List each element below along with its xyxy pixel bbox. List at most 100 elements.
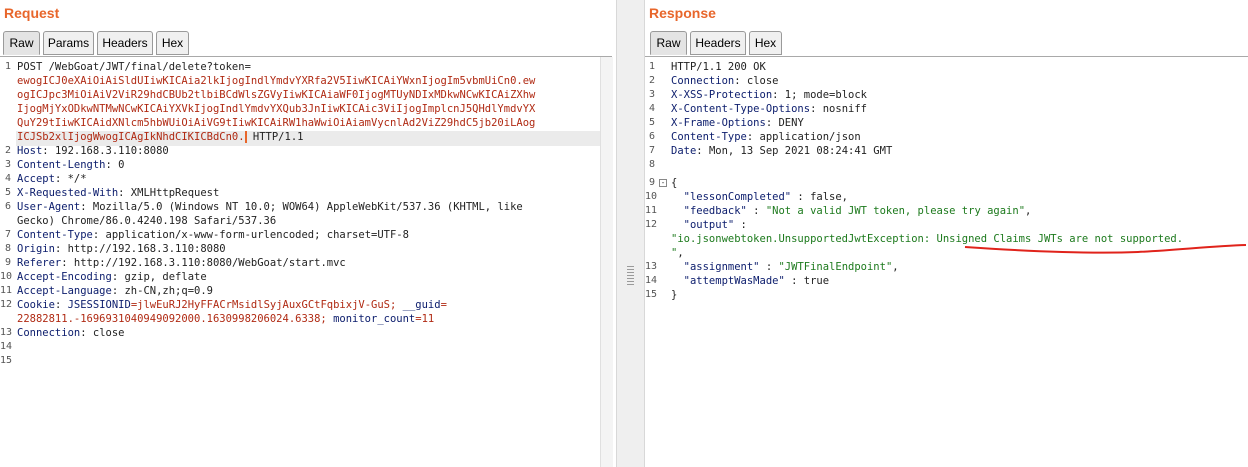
header-value: Mozilla/5.0 (Windows NT 10.0; WOW64) App… (86, 201, 523, 213)
header-value: 0 (111, 159, 125, 171)
json-key: "lessonCompleted" (671, 191, 792, 203)
tab-hex[interactable]: Hex (749, 31, 782, 55)
json-attempt-was-made: "attemptWasMade" : true (671, 274, 829, 288)
header-name: Accept (17, 173, 55, 185)
header-accept-language: Accept-Language: zh-CN,zh;q=0.9 (17, 285, 213, 297)
header-content-length: Content-Length: 0 (17, 159, 125, 171)
collapse-icon[interactable]: - (659, 179, 667, 187)
tab-hex[interactable]: Hex (156, 31, 189, 55)
line-number: 4 (648, 103, 655, 114)
header-date: Date: Mon, 13 Sep 2021 08:24:41 GMT (671, 145, 893, 157)
line-number: 15 (645, 289, 658, 300)
header-content-type: Content-Type: application/x-www-form-url… (17, 229, 409, 241)
header-cookie: Cookie: JSESSIONID=jlwEuRJ2HyFFACrMsidlS… (17, 299, 447, 311)
json-separator: , (1025, 205, 1032, 217)
line-number: 14 (645, 275, 658, 286)
json-output-value-end: ", (671, 246, 684, 260)
line-number: 14 (0, 341, 13, 352)
header-value: gzip, deflate (118, 271, 207, 283)
json-key: "feedback" (671, 205, 747, 217)
json-value: "Not a valid JWT token, please try again… (765, 205, 1026, 217)
header-value: zh-CN,zh;q=0.9 (118, 285, 213, 297)
header-value: XMLHttpRequest (124, 187, 220, 199)
json-key: "assignment" (671, 261, 760, 273)
header-user-agent: User-Agent: Mozilla/5.0 (Windows NT 10.0… (17, 201, 523, 213)
json-separator: , (892, 261, 899, 273)
line-number: 13 (645, 261, 658, 272)
json-value: : true (784, 275, 830, 287)
header-name: Cookie (17, 299, 55, 311)
token-value: IjogMjYxODkwNTMwNCwKICAiYXVkIjogIndlYmdv… (17, 103, 536, 115)
cookie-name: JSESSIONID (61, 299, 131, 311)
header-accept: Accept: */* (17, 173, 87, 185)
line-number: 1 (648, 61, 655, 72)
line-number: 9 (4, 257, 11, 268)
line-number: 1 (4, 61, 11, 72)
json-separator: : (734, 219, 747, 231)
cookie-value: = (440, 299, 447, 311)
request-line: POST /WebGoat/JWT/final/delete?token= (17, 60, 251, 74)
header-name: X-Requested-With (17, 187, 119, 199)
response-editor[interactable]: 1 2 3 4 5 6 7 8 9 10 11 12 13 14 15 - HT… (645, 56, 1248, 467)
header-name: X-XSS-Protection (671, 89, 773, 101)
header-value: application/json (753, 131, 861, 143)
header-cookie-cont: 22882811.-1696931040949092000.1630998206… (17, 312, 434, 326)
json-output-key-line: "output" : (671, 218, 747, 232)
header-host: Host: 192.168.3.110:8080 (17, 145, 169, 157)
line-number: 5 (4, 187, 11, 198)
cookie-value: =11 (415, 313, 435, 325)
header-value: close (86, 327, 125, 339)
json-key: "attemptWasMade" (671, 275, 785, 287)
json-value: : false, (791, 191, 849, 203)
splitter-grip-icon[interactable] (627, 266, 634, 286)
status-line: HTTP/1.1 200 OK (671, 61, 766, 73)
request-panel: Request Raw Params Headers Hex 1 2 3 4 5… (0, 0, 613, 467)
line-number: 6 (648, 131, 655, 142)
line-number: 11 (645, 205, 658, 216)
header-name: Referer (17, 257, 62, 269)
header-value: application/x-www-form-urlencoded; chars… (99, 229, 409, 241)
tab-headers[interactable]: Headers (97, 31, 153, 55)
tab-headers[interactable]: Headers (690, 31, 746, 55)
pane-splitter[interactable] (616, 0, 645, 467)
cookie-value: 22882811.-1696931040949092000.1630998206… (17, 313, 334, 325)
json-assignment: "assignment" : "JWTFinalEndpoint", (671, 260, 899, 274)
line-number: 12 (0, 299, 13, 310)
header-name: User-Agent (17, 201, 81, 213)
token-value: ogICJpc3MiOiAiV2ViR29hdCBUb2tlbiBCdWlsZG… (17, 89, 536, 101)
json-lesson-completed: "lessonCompleted" : false, (671, 190, 848, 204)
tab-raw[interactable]: Raw (3, 31, 40, 55)
token-value: QuY29tIiwKICAidXNlcm5hbWUiOiAiVG9tIiwKIC… (17, 117, 536, 129)
header-connection: Connection: close (671, 75, 779, 87)
cookie-value: =jlwEuRJ2HyFFACrMsidlSyjAuxGCtFqbixjV-Gu… (130, 299, 403, 311)
line-number: 7 (4, 229, 11, 240)
line-number: 8 (648, 159, 655, 170)
tab-params[interactable]: Params (43, 31, 94, 55)
request-title: Request (4, 5, 60, 21)
line-number: 9 (648, 177, 655, 188)
header-referer: Referer: http://192.168.3.110:8080/WebGo… (17, 257, 346, 269)
header-name: Accept-Language (17, 285, 112, 297)
line-number: 2 (4, 145, 11, 156)
line-number: 8 (4, 243, 11, 254)
header-accept-encoding: Accept-Encoding: gzip, deflate (17, 271, 207, 283)
request-editor[interactable]: 1 2 3 4 5 6 7 8 9 10 11 12 13 14 15 POST… (0, 56, 612, 467)
header-value: http://192.168.3.110:8080 (61, 243, 226, 255)
header-connection: Connection: close (17, 327, 125, 339)
token-value: ewogICJ0eXAiOiAiSldUIiwKICAia2lkIjogIndl… (17, 75, 536, 87)
request-method-path: POST /WebGoat/JWT/final/delete?token= (17, 61, 251, 73)
token-value: ICJSb2xlIjogWwogICAgIkNhdCIKICBdCn0. (17, 131, 245, 143)
line-number: 2 (648, 75, 655, 86)
line-number: 5 (648, 117, 655, 128)
header-origin: Origin: http://192.168.3.110:8080 (17, 243, 226, 255)
header-name: Connection (671, 75, 735, 87)
header-value: nosniff (816, 103, 867, 115)
header-value: 192.168.3.110:8080 (48, 145, 169, 157)
cookie-name: __guid (402, 299, 441, 311)
request-scrollbar[interactable] (600, 57, 613, 467)
response-title: Response (649, 5, 716, 21)
tab-raw[interactable]: Raw (650, 31, 687, 55)
header-name: X-Content-Type-Options (671, 103, 811, 115)
header-x-content-type-options: X-Content-Type-Options: nosniff (671, 103, 867, 115)
line-number: 3 (648, 89, 655, 100)
